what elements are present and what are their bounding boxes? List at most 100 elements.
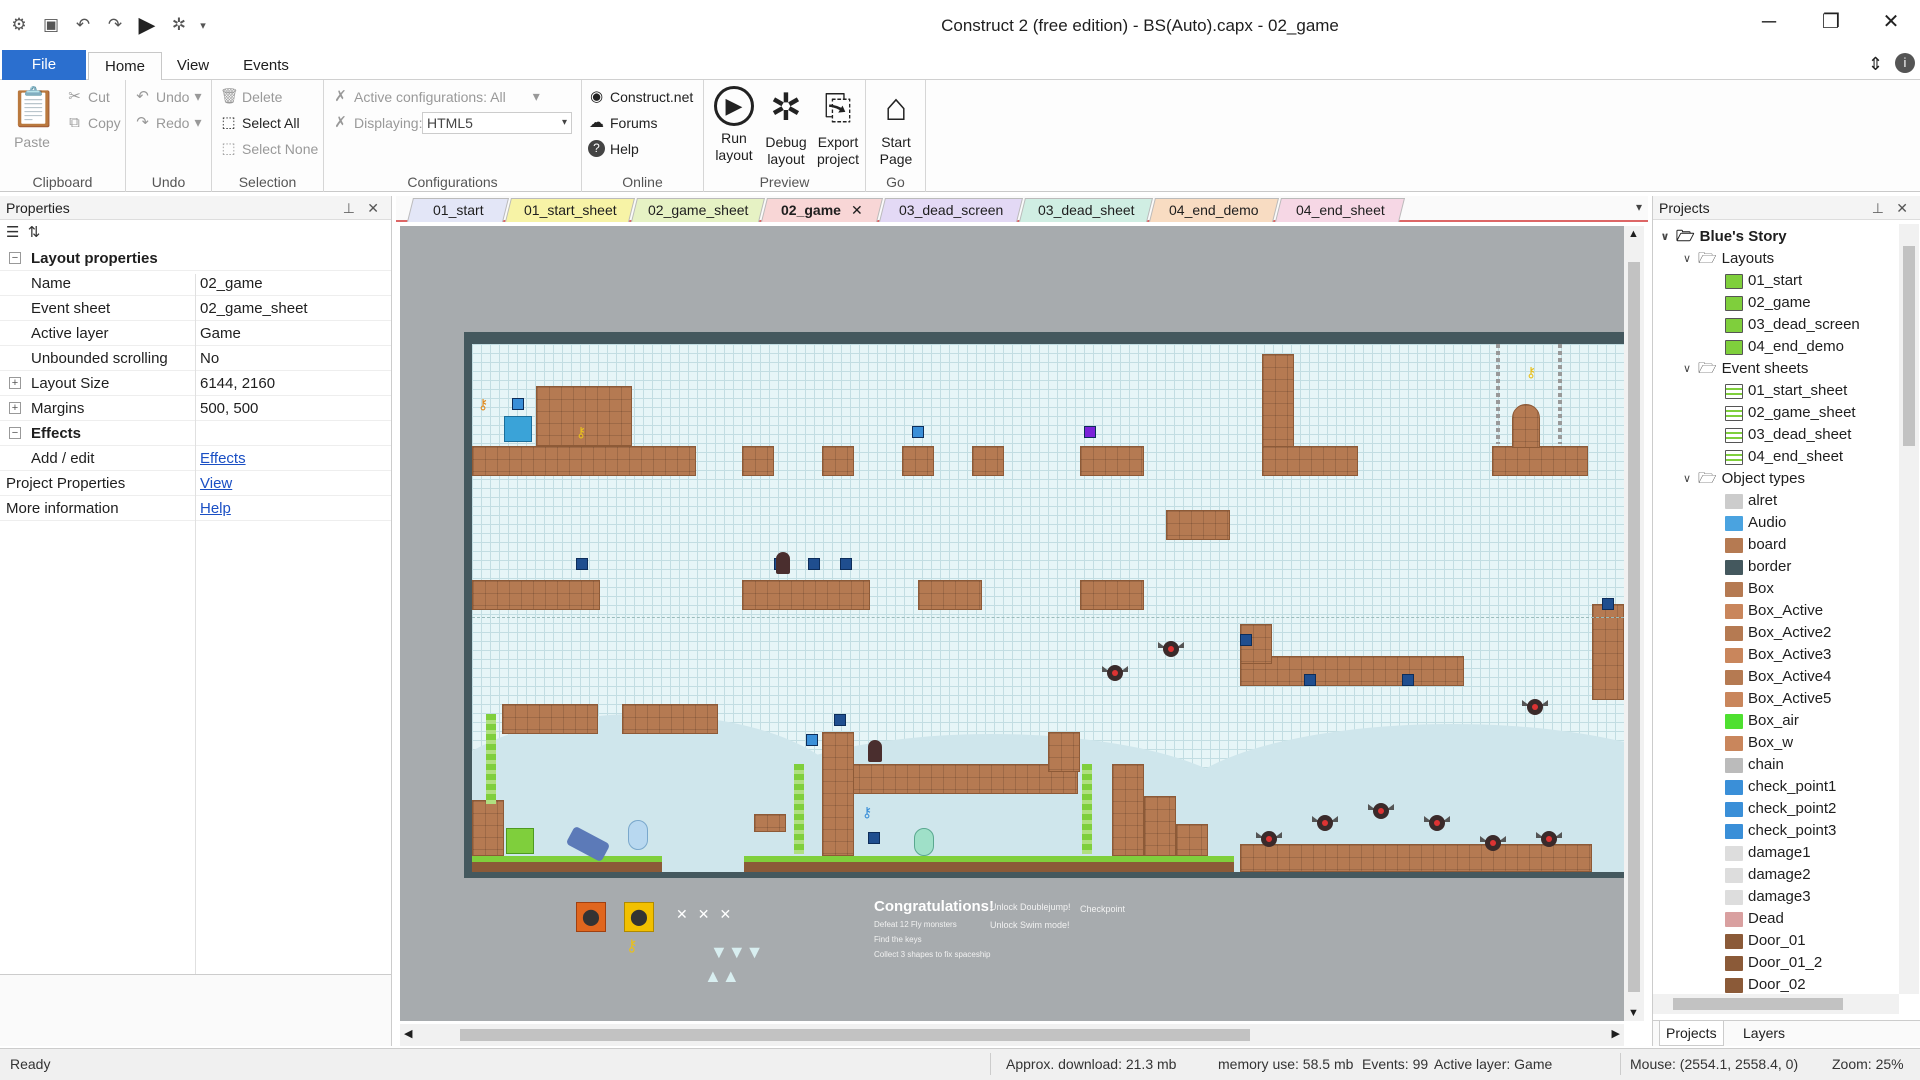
- fly-enemy[interactable]: [1158, 638, 1184, 658]
- platform[interactable]: [472, 446, 696, 476]
- tree-vertical-scrollbar[interactable]: [1899, 224, 1919, 994]
- chevron-down-icon[interactable]: ∨: [1659, 226, 1671, 248]
- platform[interactable]: [1048, 732, 1080, 772]
- section-layout-properties[interactable]: − Layout properties: [0, 246, 391, 271]
- info-icon[interactable]: i: [1895, 53, 1915, 73]
- fly-enemy[interactable]: [1368, 800, 1394, 820]
- platform[interactable]: [918, 580, 982, 610]
- key-icon[interactable]: ⚷: [1526, 364, 1536, 381]
- spikes-icon[interactable]: ▼▼▼: [710, 942, 763, 963]
- lock-yellow-icon[interactable]: ⬤: [624, 902, 654, 932]
- box-item[interactable]: [1602, 598, 1614, 610]
- tree-item-object[interactable]: border: [1725, 556, 1791, 578]
- construct-net-link[interactable]: ◉ Construct.net: [588, 88, 693, 105]
- chain[interactable]: [1558, 344, 1562, 444]
- platform[interactable]: [622, 704, 718, 734]
- cut-button[interactable]: ✂ Cut: [66, 88, 110, 105]
- lock-orange-icon[interactable]: ⬤: [576, 902, 606, 932]
- locked-box[interactable]: [506, 828, 534, 854]
- platform[interactable]: [1592, 604, 1624, 700]
- fly-enemy[interactable]: [1424, 812, 1450, 832]
- scroll-thumb[interactable]: [1673, 998, 1843, 1010]
- tab-projects[interactable]: Projects: [1659, 1021, 1724, 1046]
- tree-item-object[interactable]: check_point1: [1725, 776, 1836, 798]
- ground-bricks[interactable]: [1240, 844, 1592, 872]
- tree-item-object[interactable]: Box: [1725, 578, 1774, 600]
- ladder[interactable]: [794, 764, 804, 854]
- platform[interactable]: [822, 446, 854, 476]
- tree-item-object[interactable]: Box_Active: [1725, 600, 1823, 622]
- categorized-icon[interactable]: ☰: [6, 224, 19, 241]
- scroll-right-icon[interactable]: ▶: [1612, 1027, 1620, 1040]
- chevron-down-icon[interactable]: ∨: [1681, 358, 1693, 380]
- chevron-down-icon[interactable]: ∨: [1681, 468, 1693, 490]
- box-item[interactable]: [806, 734, 818, 746]
- platform[interactable]: [742, 580, 870, 610]
- fly-enemy[interactable]: [1312, 812, 1338, 832]
- tab-home[interactable]: Home: [88, 52, 162, 82]
- hint-text[interactable]: Unlock Swim mode!: [990, 920, 1070, 930]
- box-item[interactable]: [576, 558, 588, 570]
- box-item[interactable]: [834, 714, 846, 726]
- platform[interactable]: [742, 446, 774, 476]
- platform[interactable]: [972, 446, 1004, 476]
- platform[interactable]: [472, 580, 600, 610]
- fly-enemy[interactable]: [1256, 828, 1282, 848]
- help-link[interactable]: ? Help: [588, 140, 639, 157]
- tree-item-object[interactable]: damage2: [1725, 864, 1811, 886]
- tree-item-object[interactable]: Box_Active3: [1725, 644, 1831, 666]
- pin-icon[interactable]: ⊥: [343, 196, 355, 220]
- box-item[interactable]: [1084, 426, 1096, 438]
- platform[interactable]: [472, 800, 504, 856]
- doc-tab[interactable]: 03_dead_screen: [879, 198, 1023, 222]
- close-icon[interactable]: ✕: [1896, 196, 1908, 220]
- start-page-button[interactable]: ⌂ Start Page: [870, 86, 922, 168]
- key-icon[interactable]: ⚷: [478, 396, 488, 413]
- character-sprite[interactable]: [776, 552, 790, 574]
- debug-layout-button[interactable]: ✲ Debug layout: [760, 86, 812, 168]
- locked-box[interactable]: [504, 416, 532, 442]
- vertical-scrollbar[interactable]: ▲ ▼: [1624, 226, 1644, 1021]
- scroll-left-icon[interactable]: ◀: [404, 1027, 412, 1040]
- undo-button[interactable]: ↶ Undo ▾: [134, 88, 201, 105]
- tree-item-object[interactable]: Door_01_2: [1725, 952, 1822, 974]
- door[interactable]: [1512, 404, 1540, 448]
- layout-canvas[interactable]: ⚷ ⚷ ⚷ ⚷ ⬤ ⬤ ⚷ ✕✕✕ ▼▼▼ ▲▲ Congratulations…: [400, 226, 1624, 1021]
- hint-text[interactable]: Checkpoint: [1080, 904, 1125, 914]
- doc-tab[interactable]: 02_game_sheet: [631, 198, 765, 222]
- tree-item-object[interactable]: Audio: [1725, 512, 1786, 534]
- platform[interactable]: [1166, 510, 1230, 540]
- pin-icon[interactable]: ⊥: [1872, 196, 1884, 220]
- collapse-icon[interactable]: −: [9, 252, 21, 264]
- help-link[interactable]: Help: [200, 496, 231, 521]
- key-icon[interactable]: ⚷: [862, 804, 872, 821]
- minimize-button[interactable]: ─: [1748, 8, 1790, 36]
- tree-item-object[interactable]: Box_air: [1725, 710, 1799, 732]
- platform[interactable]: [902, 446, 934, 476]
- scroll-thumb[interactable]: [1628, 262, 1640, 992]
- tab-list-dropdown-icon[interactable]: ▾: [1636, 200, 1642, 214]
- tree-item-event-sheet[interactable]: 04_end_sheet: [1725, 446, 1843, 468]
- tree-item-object[interactable]: Door_01: [1725, 930, 1806, 952]
- scroll-up-icon[interactable]: ▲: [1628, 228, 1639, 240]
- platform[interactable]: [822, 732, 854, 856]
- tree-item-object[interactable]: Box_Active5: [1725, 688, 1831, 710]
- tree-root[interactable]: ∨ 🗁 Blue's Story: [1659, 226, 1787, 248]
- collapse-icon[interactable]: −: [9, 427, 21, 439]
- prop-value[interactable]: 02_game_sheet: [200, 296, 308, 321]
- box-item[interactable]: [1240, 634, 1252, 646]
- fly-enemy[interactable]: [1480, 832, 1506, 852]
- ladder[interactable]: [486, 714, 496, 804]
- tab-file[interactable]: File: [2, 50, 86, 80]
- tree-folder-object-types[interactable]: ∨ 🗁 Object types: [1681, 468, 1805, 490]
- tree-item-object[interactable]: board: [1725, 534, 1786, 556]
- signpost[interactable]: [754, 814, 786, 832]
- tree-item-object[interactable]: damage1: [1725, 842, 1811, 864]
- platform[interactable]: [1262, 446, 1358, 476]
- fly-enemy[interactable]: [1102, 662, 1128, 682]
- select-none-button[interactable]: ⬚ Select None: [220, 140, 318, 157]
- tree-item-object[interactable]: Box_Active4: [1725, 666, 1831, 688]
- box-item[interactable]: [868, 832, 880, 844]
- tree-item-object[interactable]: check_point3: [1725, 820, 1836, 842]
- tree-item-object[interactable]: Dead: [1725, 908, 1784, 930]
